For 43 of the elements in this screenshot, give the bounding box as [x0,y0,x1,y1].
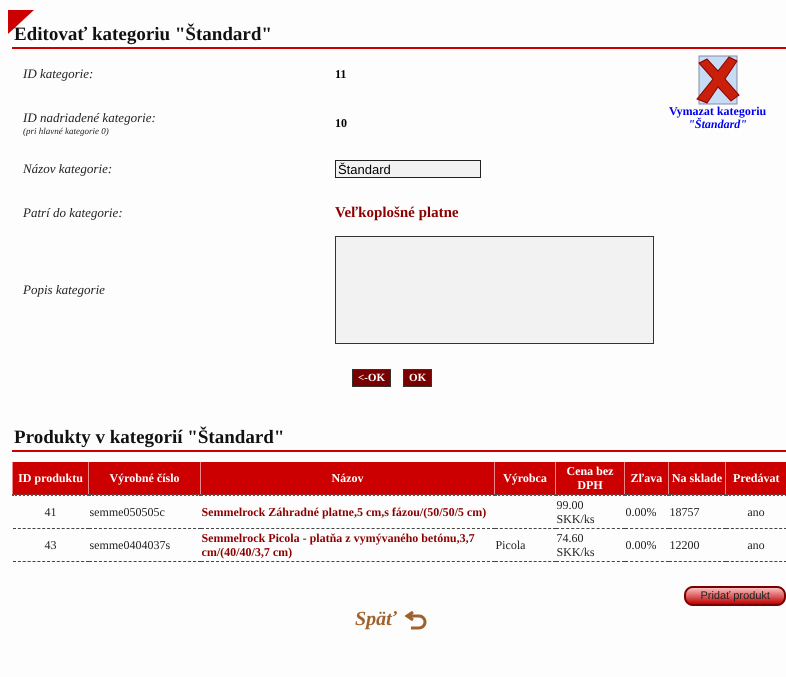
add-product-button[interactable]: Pridať produkt [684,586,786,606]
table-cell: 18757 [668,495,726,528]
page-title: Editovať kategoriu "Štandard" [12,10,786,49]
product-link[interactable]: Semmelrock Záhradné platne,5 cm,s fázou/(50/50/5 cm) [200,495,494,528]
category-link[interactable]: Veľkoplošné platne [335,204,459,222]
table-cell: 43 [12,528,88,562]
table-cell: 12200 [668,528,726,562]
column-header: Na sklade [668,462,726,495]
column-header: ID produktu [12,462,88,495]
column-header: Cena bez DPH [556,462,624,495]
table-cell: 99.00 SKK/ks [556,495,624,528]
field-label: Patrí do kategorie: [23,205,124,221]
column-header: Zľava [624,462,668,495]
table-cell: 0.00% [624,528,668,562]
table-cell: ano [726,495,786,528]
description-field[interactable] [335,236,654,344]
section-title: Produkty v kategorií "Štandard" [12,427,786,452]
delete-category-link[interactable]: Vymazat kategoriu "Štandard" [669,105,766,131]
column-header: Predávat [726,462,786,495]
ok-button[interactable]: <-OK [352,369,392,387]
table-cell: 41 [12,495,88,528]
return-arrow-icon [404,610,427,630]
table-cell: 74.60 SKK/ks [556,528,624,562]
ok-button[interactable]: OK [403,369,432,387]
field-label: ID kategorie: [23,66,94,82]
field-label: ID nadriadené kategorie: [23,110,157,126]
input-field[interactable]: Štandard [335,160,481,178]
field-label: Popis kategorie [23,282,106,298]
column-header: Názov [200,462,494,495]
back-label: Späť [355,608,397,631]
table-cell: 0.00% [624,495,668,528]
field-label: Názov kategorie: [23,161,114,177]
table-cell: semme0404037s [88,528,200,562]
back-link[interactable]: Späť [355,608,427,631]
field-value: 10 [335,116,347,130]
field-value: 11 [335,66,346,82]
table-cell: semme050505c [88,495,200,528]
field-note: (pri hlavné kategorie 0) [23,126,110,136]
table-cell: ano [726,528,786,562]
product-link[interactable]: Semmelrock Picola - platňa z vymývaného betónu,3,7 cm/(40/40/3,7 cm) [200,528,494,562]
column-header: Výrobca [494,462,556,495]
column-header: Výrobné číslo [88,462,200,495]
table-cell: Picola [494,528,556,562]
